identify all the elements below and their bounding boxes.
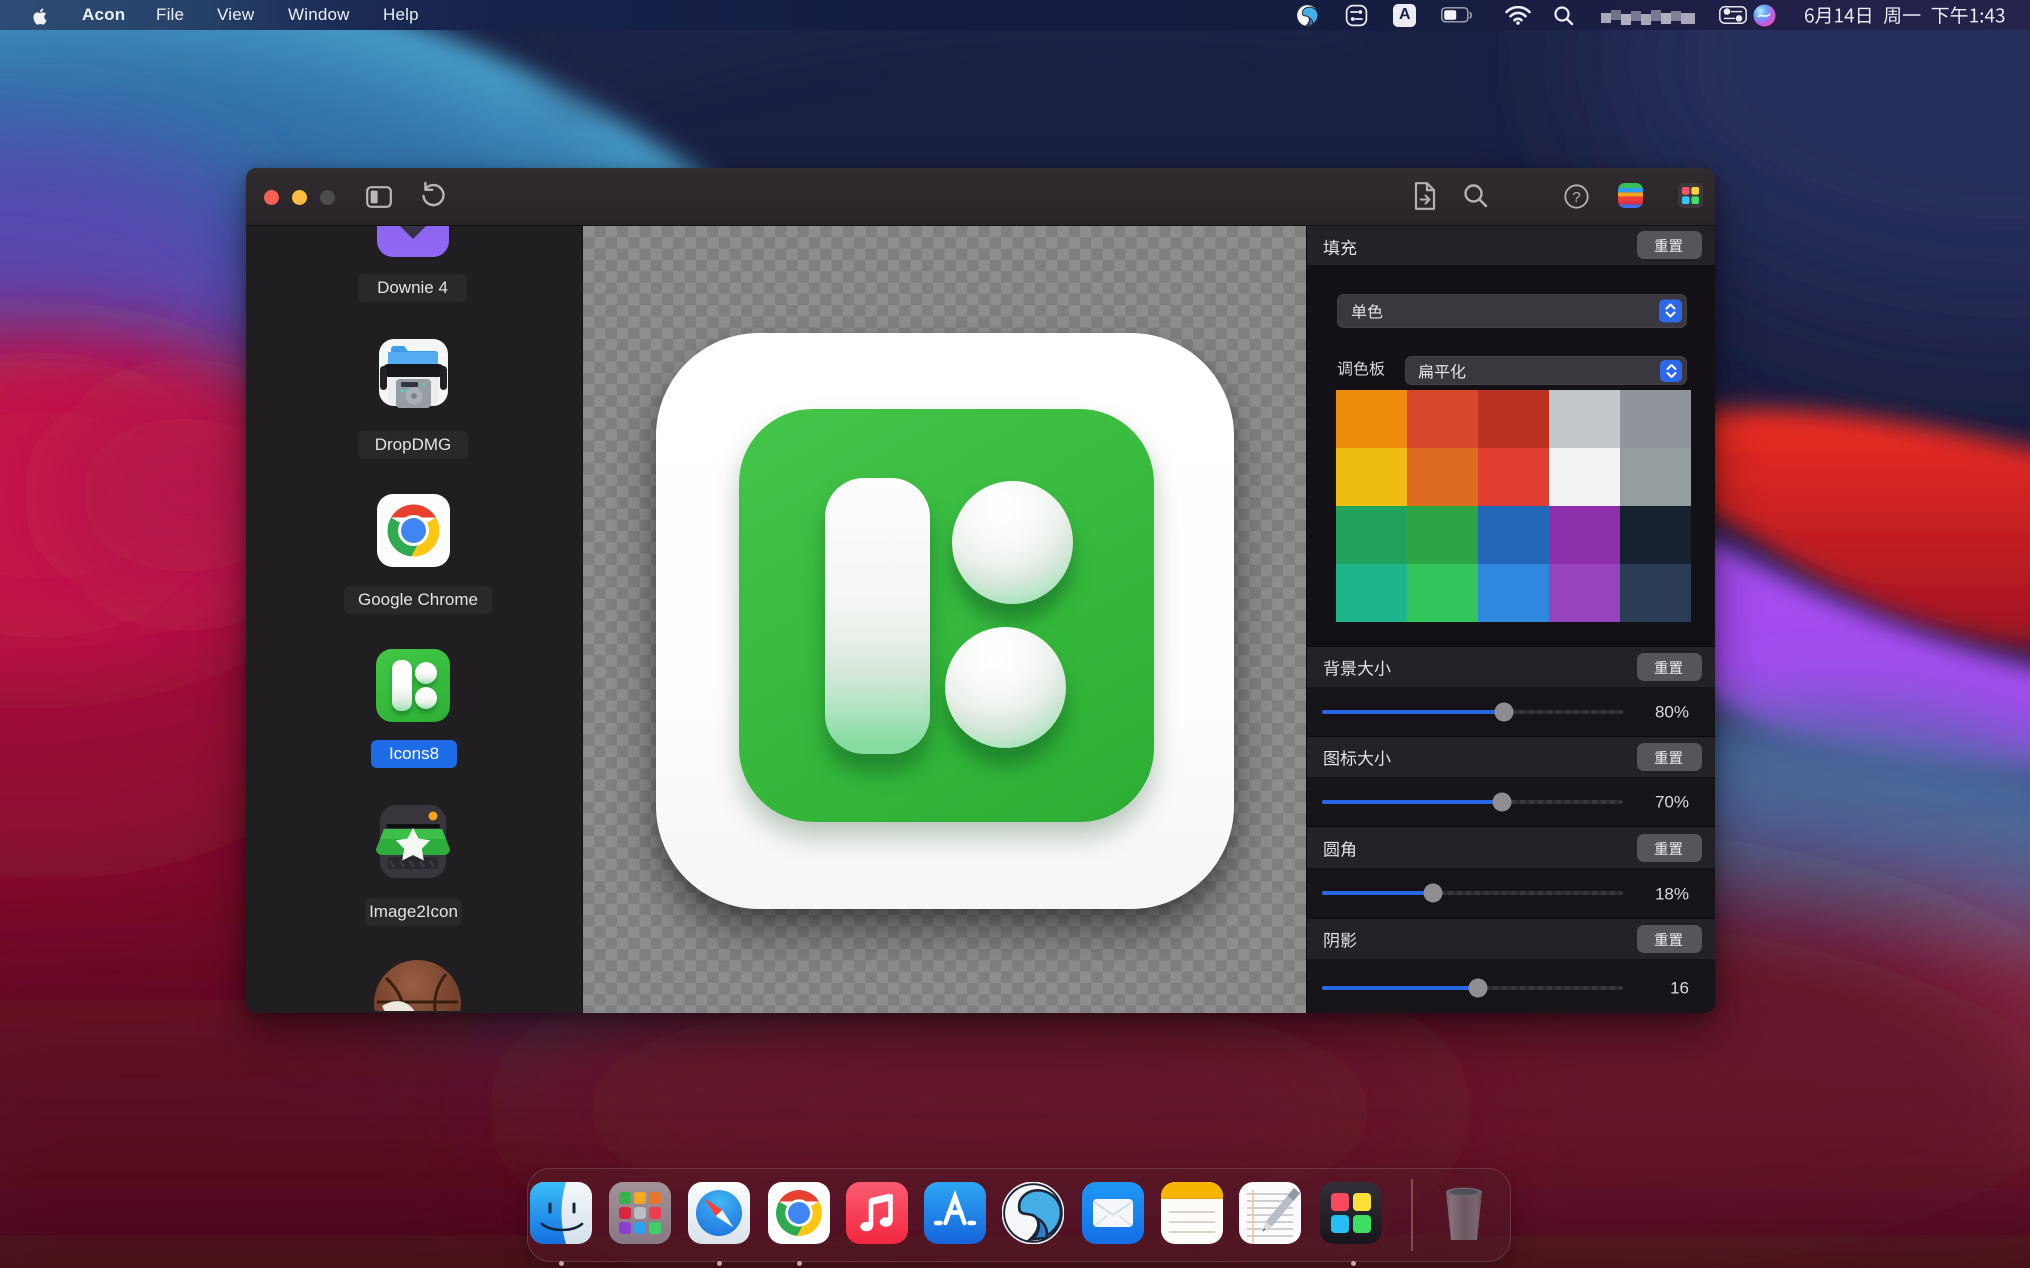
svg-text:16: 16 (1670, 979, 1689, 998)
svg-text:18%: 18% (1655, 884, 1689, 903)
svg-text:?: ? (1572, 189, 1580, 206)
svg-text:70%: 70% (1655, 793, 1689, 812)
svg-text:80%: 80% (1655, 703, 1689, 722)
